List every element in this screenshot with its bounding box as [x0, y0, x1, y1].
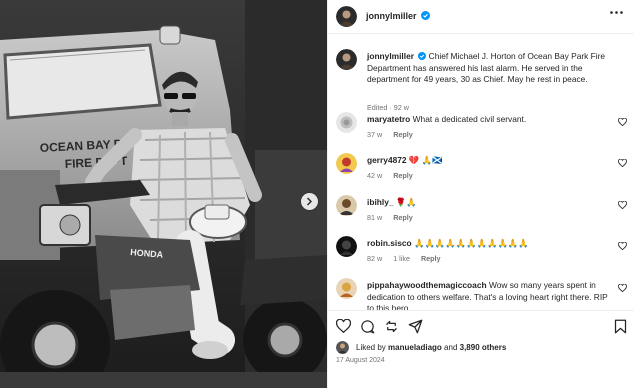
comment-username[interactable]: pippahaywoodthemagiccoach: [367, 280, 487, 290]
comment-username[interactable]: robin.sisco: [367, 238, 412, 248]
comment-username[interactable]: maryatetro: [367, 114, 410, 124]
liked-by-user[interactable]: manueladiago: [388, 343, 442, 352]
commenter-avatar[interactable]: [336, 278, 357, 299]
comment-meta: 37 w Reply: [367, 130, 422, 139]
comment-body: ibihly_ 🌹🙏: [367, 197, 615, 209]
commenter-avatar[interactable]: [336, 195, 357, 216]
comment-time: 42 w: [367, 171, 383, 180]
post-date[interactable]: 17 August 2024: [336, 357, 385, 364]
chevron-right-icon: [307, 197, 312, 206]
comment-time: 81 w: [367, 213, 383, 222]
comment-username[interactable]: gerry4872: [367, 155, 407, 165]
comment-text: 🙏🙏🙏🙏🙏🙏🙏🙏🙏🙏🙏: [414, 238, 529, 248]
comment-meta: 42 w Reply: [367, 171, 422, 180]
reply-button[interactable]: Reply: [393, 171, 413, 180]
comments-list[interactable]: jonnylmiller Chief Michael J. Horton of …: [328, 34, 634, 310]
post-header: jonnylmiller: [328, 0, 634, 34]
share-icon[interactable]: [384, 319, 399, 334]
comment-body: gerry4872 💔 🙏🏴󠁧󠁢󠁳󠁣󠁴󠁿: [367, 155, 615, 167]
more-icon[interactable]: [610, 11, 623, 14]
comment-body: robin.sisco 🙏🙏🙏🙏🙏🙏🙏🙏🙏🙏🙏: [367, 238, 615, 250]
reply-button[interactable]: Reply: [393, 130, 413, 139]
caption-meta: Edited · 92 w: [367, 103, 409, 112]
author-avatar[interactable]: [336, 6, 357, 27]
post-details-panel: jonnylmiller jonnylmiller Chief Michael …: [327, 0, 634, 388]
verified-icon: [418, 52, 427, 60]
comment-text: What a dedicated civil servant.: [412, 114, 527, 124]
heart-icon[interactable]: [618, 118, 627, 126]
commenter-avatar[interactable]: [336, 153, 357, 174]
reply-button[interactable]: Reply: [393, 213, 413, 222]
heart-icon[interactable]: [618, 284, 627, 292]
heart-icon[interactable]: [618, 159, 627, 167]
send-icon[interactable]: [408, 319, 423, 334]
heart-icon[interactable]: [336, 319, 351, 333]
comment-body: pippahaywoodthemagiccoach Wow so many ye…: [367, 280, 615, 310]
liked-by-and: and: [441, 343, 460, 352]
caption-body: jonnylmiller Chief Michael J. Horton of …: [367, 51, 615, 86]
comment-body: maryatetro What a dedicated civil servan…: [367, 114, 615, 126]
author-username[interactable]: jonnylmiller: [366, 11, 417, 21]
next-image-button[interactable]: [301, 193, 318, 210]
comment-time: 82 w: [367, 254, 383, 263]
comment-time: 37 w: [367, 130, 383, 139]
comment-meta: 81 w Reply: [367, 213, 422, 222]
comment-meta: 82 w 1 like Reply: [367, 254, 450, 263]
heart-icon[interactable]: [618, 242, 627, 250]
comment-username[interactable]: ibihly_: [367, 197, 394, 207]
liked-by-prefix: Liked by: [356, 343, 389, 352]
photo-image: OCEAN BAY PARK FIRE DEPT HONDA: [0, 0, 327, 388]
caption-username[interactable]: jonnylmiller: [367, 51, 414, 61]
liked-by-count[interactable]: 3,890 others: [460, 343, 507, 352]
reply-button[interactable]: Reply: [421, 254, 441, 263]
caption-avatar[interactable]: [336, 49, 357, 70]
commenter-avatar[interactable]: [336, 112, 357, 133]
comment-text: 💔 🙏🏴󠁧󠁢󠁳󠁣󠁴󠁿: [408, 155, 443, 165]
commenter-avatar[interactable]: [336, 236, 357, 257]
likes-summary: Liked by manueladiago and 3,890 others: [356, 343, 506, 352]
liker-avatar[interactable]: [336, 341, 349, 354]
comment-icon[interactable]: [360, 319, 375, 334]
bookmark-icon[interactable]: [614, 319, 627, 334]
heart-icon[interactable]: [618, 201, 627, 209]
post-photo[interactable]: OCEAN BAY PARK FIRE DEPT HONDA: [0, 0, 327, 388]
comment-text: 🌹🙏: [395, 197, 417, 207]
verified-icon: [421, 11, 431, 20]
comment-likes[interactable]: 1 like: [393, 254, 410, 263]
